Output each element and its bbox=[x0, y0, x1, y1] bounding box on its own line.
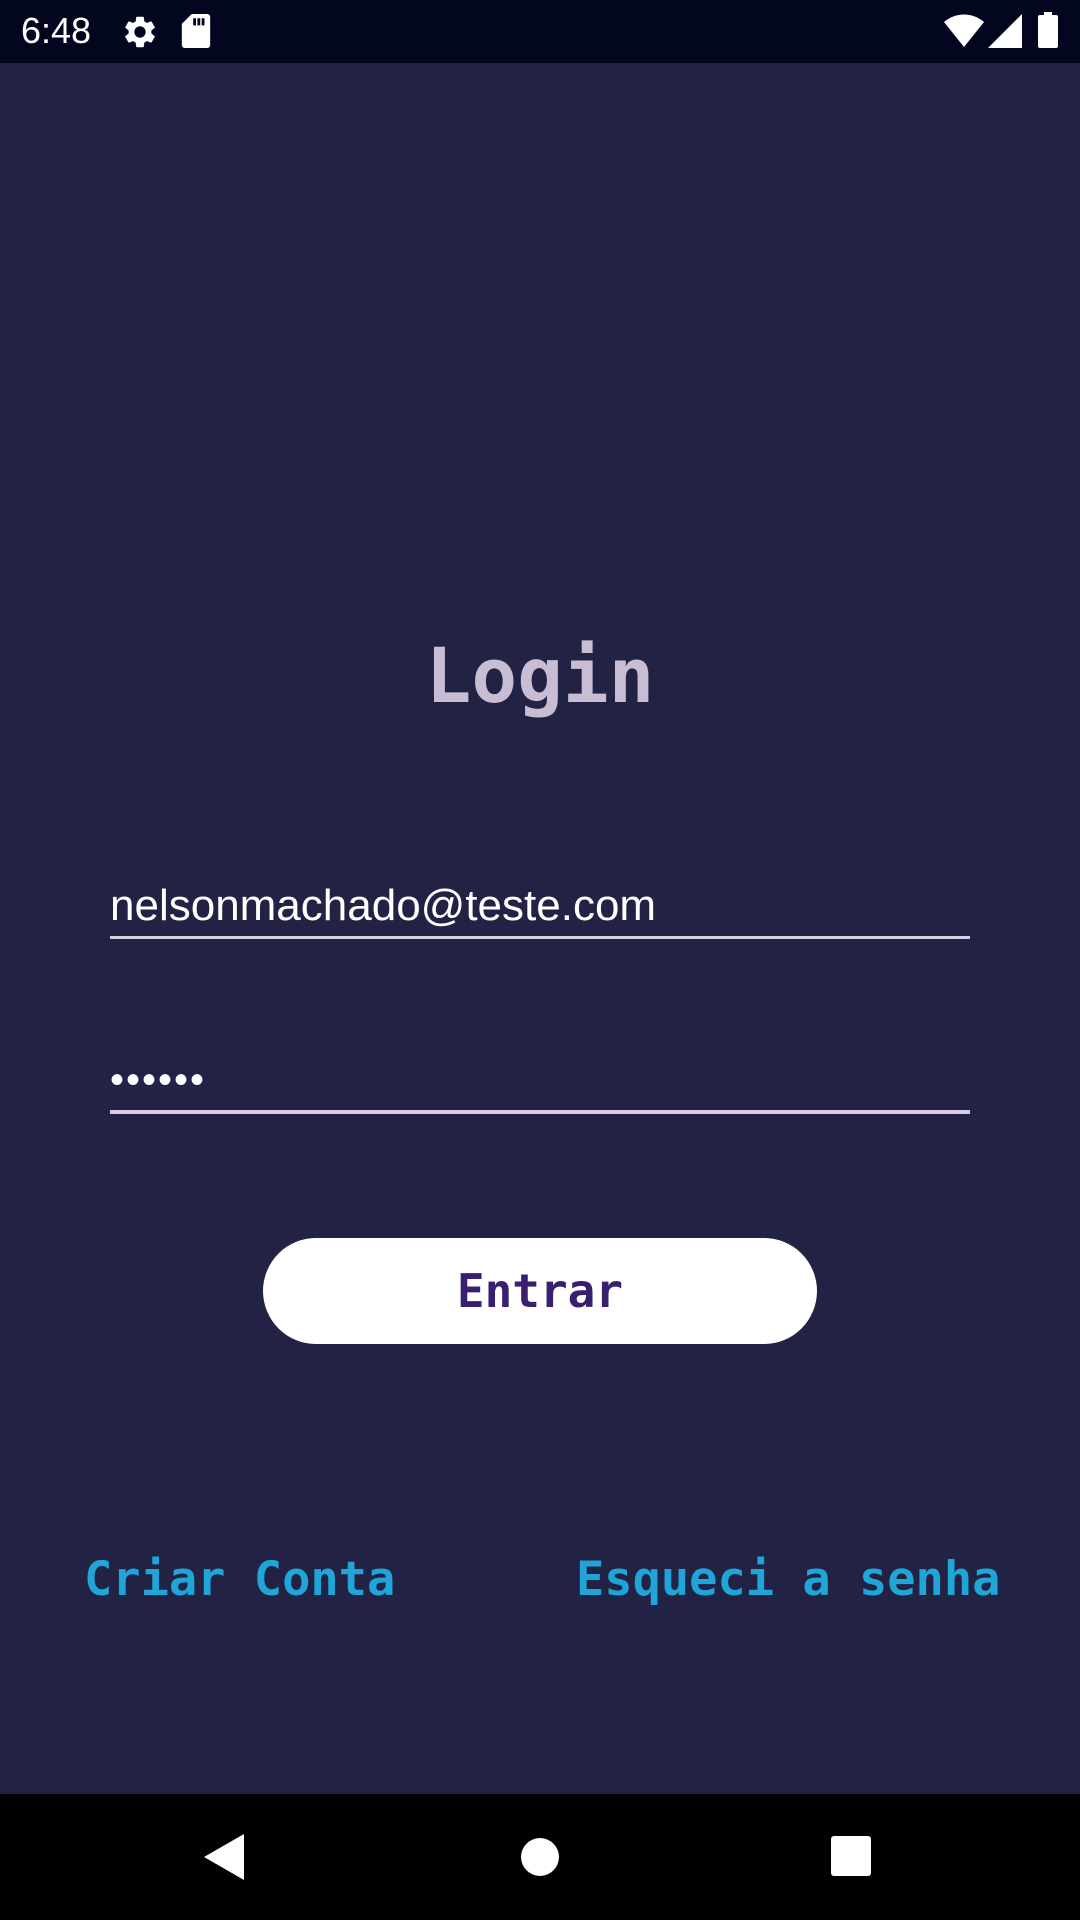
recents-icon[interactable] bbox=[831, 1836, 871, 1876]
email-value: nelsonmachado@teste.com bbox=[110, 881, 657, 930]
gear-icon bbox=[125, 16, 155, 48]
navigation-bar bbox=[0, 1794, 1080, 1920]
sd-card-icon bbox=[181, 14, 211, 48]
wifi-icon bbox=[944, 14, 984, 47]
home-icon[interactable] bbox=[519, 1836, 561, 1878]
page-title: Login bbox=[425, 631, 655, 720]
password-mask: •••••• bbox=[110, 1058, 207, 1102]
create-account-link[interactable]: Criar Conta bbox=[84, 1550, 395, 1610]
cellular-signal-icon bbox=[988, 14, 1022, 48]
battery-icon bbox=[1038, 12, 1058, 48]
password-field[interactable]: •••••• bbox=[110, 1050, 970, 1114]
forgot-password-link[interactable]: Esqueci a senha bbox=[576, 1550, 1000, 1610]
back-icon[interactable] bbox=[204, 1834, 244, 1880]
email-field[interactable]: nelsonmachado@teste.com bbox=[110, 876, 970, 939]
status-time: 6:48 bbox=[21, 10, 92, 51]
login-button[interactable]: Entrar bbox=[263, 1238, 817, 1344]
status-bar: 6:48 bbox=[0, 0, 1080, 63]
